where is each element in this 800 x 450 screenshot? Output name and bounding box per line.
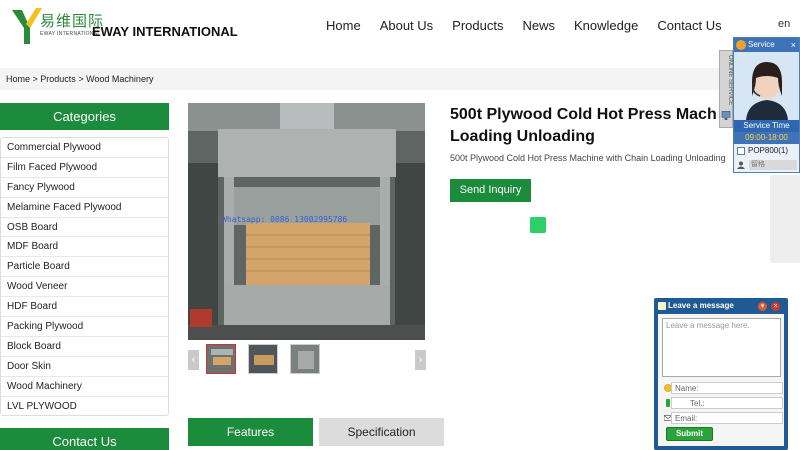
name-input[interactable]: Name: [671, 382, 783, 394]
service-title: Service [748, 40, 775, 49]
category-item[interactable]: Block Board [1, 337, 168, 357]
close-icon[interactable]: × [771, 302, 780, 311]
product-main-image[interactable]: Whatsapp: 0086 13002995786 [188, 103, 425, 340]
service-agent-avatar [734, 52, 799, 120]
nav-news[interactable]: News [522, 18, 555, 33]
categories-heading: Categories [0, 103, 169, 130]
send-inquiry-button[interactable]: Send Inquiry [450, 179, 531, 202]
site-header: 易维国际 EWAY INTERNATIONAL EWAY INTERNATION… [0, 0, 800, 58]
computer-icon [721, 111, 731, 120]
contact-us-heading: Contact Us [0, 428, 169, 450]
thumbnail[interactable] [206, 344, 236, 374]
category-item[interactable]: Particle Board [1, 257, 168, 278]
nav-contact-us[interactable]: Contact Us [657, 18, 721, 33]
tab-specification[interactable]: Specification [319, 418, 444, 446]
category-item[interactable]: HDF Board [1, 297, 168, 318]
service-agent-row[interactable]: POP800(1) [734, 144, 799, 158]
chat-indicator[interactable] [530, 217, 546, 233]
message-form: Leave a message here. Name: Tel.: Email:… [658, 314, 784, 446]
thumbnail[interactable] [248, 344, 278, 374]
product-title-line: 500t Plywood Cold Hot Press Mach [450, 106, 717, 123]
leave-message-widget: Leave a message ▾ × Leave a message here… [654, 298, 788, 450]
category-item[interactable]: Wood Machinery [1, 377, 168, 397]
service-icon [736, 40, 746, 50]
breadcrumb: Home > Products > Wood Machinery [6, 74, 153, 84]
category-item[interactable]: Commercial Plywood [1, 138, 168, 158]
message-icon [658, 302, 666, 310]
message-title: Leave a message [668, 301, 734, 310]
close-icon[interactable]: × [791, 38, 796, 52]
nav-about-us[interactable]: About Us [380, 18, 433, 33]
category-item[interactable]: Melamine Faced Plywood [1, 198, 168, 218]
tel-input[interactable]: Tel.: [671, 397, 783, 409]
nav-products[interactable]: Products [452, 18, 503, 33]
thumb-next-button[interactable]: › [415, 350, 426, 370]
logo-mark-icon [12, 8, 42, 44]
product-description: 500t Plywood Cold Hot Press Machine with… [450, 153, 726, 163]
breadcrumb-separator: > [30, 74, 41, 84]
chat-icon [737, 147, 745, 155]
email-input[interactable]: Email: [671, 412, 783, 424]
side-float-tab[interactable] [770, 175, 800, 263]
email-field[interactable]: Email: [662, 412, 783, 424]
product-title: 500t Plywood Cold Hot Press Mach Loading… [450, 104, 740, 148]
image-watermark: Whatsapp: 0086 13002995786 [222, 215, 348, 224]
category-item[interactable]: Packing Plywood [1, 317, 168, 337]
service-time-label: Service Time [734, 120, 799, 132]
category-list: Commercial Plywood Film Faced Plywood Fa… [0, 137, 169, 416]
thumbnail-strip: ‹ › [188, 344, 426, 376]
breadcrumb-home[interactable]: Home [6, 74, 30, 84]
message-header: Leave a message [654, 298, 788, 314]
category-item[interactable]: Door Skin [1, 357, 168, 377]
nav-knowledge[interactable]: Knowledge [574, 18, 638, 33]
category-item[interactable]: OSB Board [1, 218, 168, 238]
language-selector[interactable]: en [778, 18, 790, 30]
user-icon [737, 161, 745, 169]
agent-photo [734, 52, 799, 120]
thumbnail[interactable] [290, 344, 320, 374]
category-item[interactable]: MDF Board [1, 237, 168, 258]
minimize-icon[interactable]: ▾ [758, 302, 767, 311]
breadcrumb-separator: > [75, 74, 87, 84]
breadcrumb-bar: Home > Products > Wood Machinery [0, 68, 800, 90]
category-item[interactable]: Wood Veneer [1, 277, 168, 298]
page: 易维国际 EWAY INTERNATIONAL EWAY INTERNATION… [0, 0, 800, 450]
service-input-row: 留格 [734, 158, 799, 172]
name-field[interactable]: Name: [662, 382, 783, 394]
logo[interactable]: 易维国际 EWAY INTERNATIONAL EWAY INTERNATION… [10, 6, 238, 48]
service-agent-name: POP800(1) [748, 146, 789, 155]
service-time: 09:00-18:00 [734, 132, 799, 144]
thumb-prev-button[interactable]: ‹ [188, 350, 199, 370]
category-item[interactable]: Film Faced Plywood [1, 158, 168, 178]
logo-english: EWAY INTERNATIONAL [92, 24, 238, 39]
online-service-strip-label: ONLINE SERVICE [727, 55, 733, 106]
submit-button[interactable]: Submit [666, 427, 713, 441]
message-textarea[interactable]: Leave a message here. [662, 318, 781, 377]
service-input[interactable]: 留格 [749, 160, 797, 170]
nav-home[interactable]: Home [326, 18, 361, 33]
main-nav: Home About Us Products News Knowledge Co… [326, 18, 741, 33]
breadcrumb-current: Wood Machinery [86, 74, 154, 84]
tel-field[interactable]: Tel.: [662, 397, 783, 409]
service-header: Service × [734, 38, 799, 52]
category-item[interactable]: Fancy Plywood [1, 178, 168, 198]
breadcrumb-products[interactable]: Products [40, 74, 76, 84]
tab-features[interactable]: Features [188, 418, 313, 446]
online-service-widget: Service × Service Time 09:00-18:00 POP80… [733, 37, 800, 173]
category-item[interactable]: LVL PLYWOOD [1, 397, 168, 417]
product-title-line: Loading Unloading [450, 128, 595, 145]
